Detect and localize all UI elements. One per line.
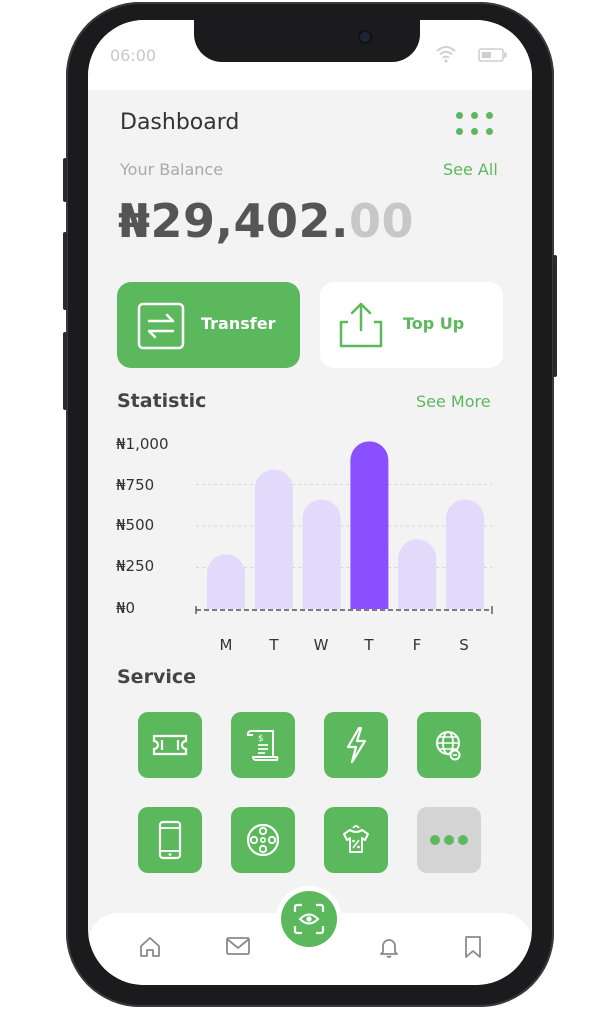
more-icon <box>430 835 468 845</box>
x-tick-label: T <box>269 636 279 654</box>
service-more-button[interactable] <box>417 807 481 873</box>
lightning-icon <box>346 726 367 764</box>
status-bar: 06:00 <box>88 20 532 90</box>
wifi-icon <box>436 46 456 63</box>
service-laundry-button[interactable] <box>324 807 388 873</box>
service-bills-button[interactable]: $ <box>231 712 295 778</box>
service-cable-tv-button[interactable] <box>231 807 295 873</box>
svg-text:$: $ <box>258 734 264 744</box>
smartphone-icon <box>158 820 182 860</box>
receipt-icon: $ <box>247 730 279 761</box>
front-camera <box>360 32 370 42</box>
battery-icon <box>478 48 507 62</box>
volume-down-button <box>63 332 67 410</box>
status-time: 06:00 <box>110 46 157 65</box>
x-tick-label: F <box>412 636 422 654</box>
chart-bar <box>350 441 389 609</box>
service-ticket-button[interactable] <box>138 712 202 778</box>
scan-button[interactable] <box>281 891 337 947</box>
x-tick-label: S <box>459 636 469 654</box>
service-title: Service <box>117 666 196 688</box>
app-screen: 06:00 Dashboard Your Balance See All ₦29… <box>88 20 532 985</box>
bookmark-icon[interactable] <box>462 935 484 959</box>
chart-bar <box>254 469 293 609</box>
chart-bar <box>302 499 341 609</box>
service-internet-button[interactable] <box>417 712 481 778</box>
bell-icon[interactable] <box>377 935 401 959</box>
chart-bar <box>446 499 484 609</box>
mail-icon[interactable] <box>225 935 251 957</box>
power-button <box>553 255 557 377</box>
chart-bar <box>207 554 245 609</box>
volume-up-button <box>63 232 67 310</box>
home-icon[interactable] <box>138 935 162 959</box>
ticket-icon <box>152 734 188 756</box>
chart-bar <box>398 539 437 609</box>
film-reel-icon <box>246 823 280 857</box>
x-tick-label: W <box>313 636 329 654</box>
service-electricity-button[interactable] <box>324 712 388 778</box>
notch <box>194 20 420 62</box>
service-airtime-button[interactable] <box>138 807 202 873</box>
laundry-shirt-icon <box>343 825 369 853</box>
statistic-bar-chart <box>195 441 493 614</box>
x-tick-label: T <box>364 636 374 654</box>
internet-globe-icon <box>436 731 461 761</box>
scan-eye-icon <box>293 903 325 935</box>
mute-switch <box>63 158 67 202</box>
x-tick-label: M <box>219 636 233 654</box>
